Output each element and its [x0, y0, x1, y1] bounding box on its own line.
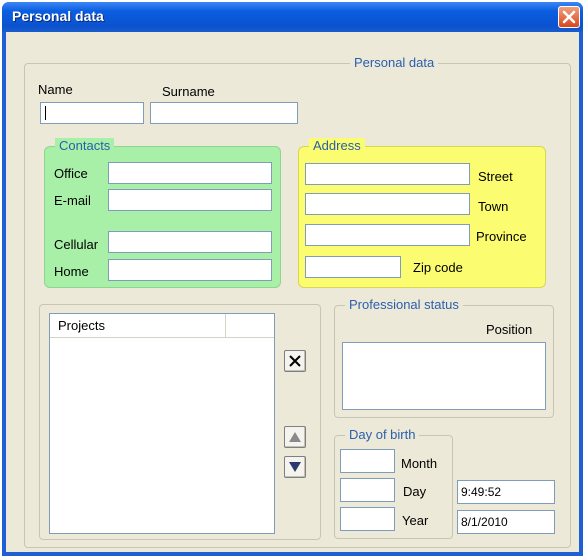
x-icon	[289, 355, 301, 367]
home-label: Home	[54, 264, 89, 279]
street-input[interactable]	[305, 163, 470, 185]
window: Personal data Personal data Name Surname…	[2, 2, 583, 556]
move-down-button[interactable]	[284, 456, 306, 478]
professional-status-legend: Professional status	[345, 297, 463, 313]
time-input[interactable]	[457, 480, 555, 504]
text-caret	[45, 106, 46, 120]
empty-column-header[interactable]	[226, 314, 274, 337]
province-input[interactable]	[305, 224, 470, 246]
town-label: Town	[478, 199, 509, 214]
title-bar[interactable]: Personal data	[2, 2, 583, 32]
arrow-up-icon	[289, 432, 301, 442]
year-input[interactable]	[340, 507, 395, 531]
email-input[interactable]	[108, 189, 272, 211]
day-input[interactable]	[340, 478, 395, 502]
zip-code-label: Zip code	[413, 260, 463, 275]
address-legend: Address	[309, 138, 365, 154]
day-label: Day	[403, 484, 427, 499]
remove-project-button[interactable]	[284, 350, 306, 372]
position-label: Position	[486, 322, 533, 337]
dialog-body: Personal data Name Surname Contacts Offi…	[6, 32, 579, 552]
projects-list[interactable]: Projects	[49, 313, 275, 534]
position-input[interactable]	[342, 342, 546, 410]
town-input[interactable]	[305, 193, 470, 215]
home-input[interactable]	[108, 259, 272, 281]
office-input[interactable]	[108, 162, 272, 184]
close-button[interactable]	[558, 6, 580, 28]
name-input[interactable]	[40, 102, 144, 124]
personal-data-legend: Personal data	[350, 55, 439, 71]
cellular-input[interactable]	[108, 231, 272, 253]
office-label: Office	[54, 166, 88, 181]
move-up-button[interactable]	[284, 426, 306, 448]
year-label: Year	[402, 513, 429, 528]
contacts-legend: Contacts	[55, 138, 115, 154]
projects-list-header: Projects	[50, 314, 274, 338]
email-label: E-mail	[54, 193, 91, 208]
arrow-down-icon	[289, 462, 301, 472]
close-icon	[562, 10, 576, 24]
day-of-birth-legend: Day of birth	[345, 427, 420, 443]
name-label: Name	[38, 82, 73, 97]
month-label: Month	[401, 456, 438, 471]
date-input[interactable]	[457, 510, 555, 534]
street-label: Street	[478, 169, 513, 184]
province-label: Province	[476, 229, 527, 244]
cellular-label: Cellular	[54, 237, 99, 252]
zip-input[interactable]	[305, 256, 401, 278]
surname-label: Surname	[162, 84, 215, 99]
month-input[interactable]	[340, 449, 395, 473]
projects-column-header[interactable]: Projects	[50, 314, 226, 337]
window-title: Personal data	[12, 8, 104, 24]
surname-input[interactable]	[150, 102, 298, 124]
